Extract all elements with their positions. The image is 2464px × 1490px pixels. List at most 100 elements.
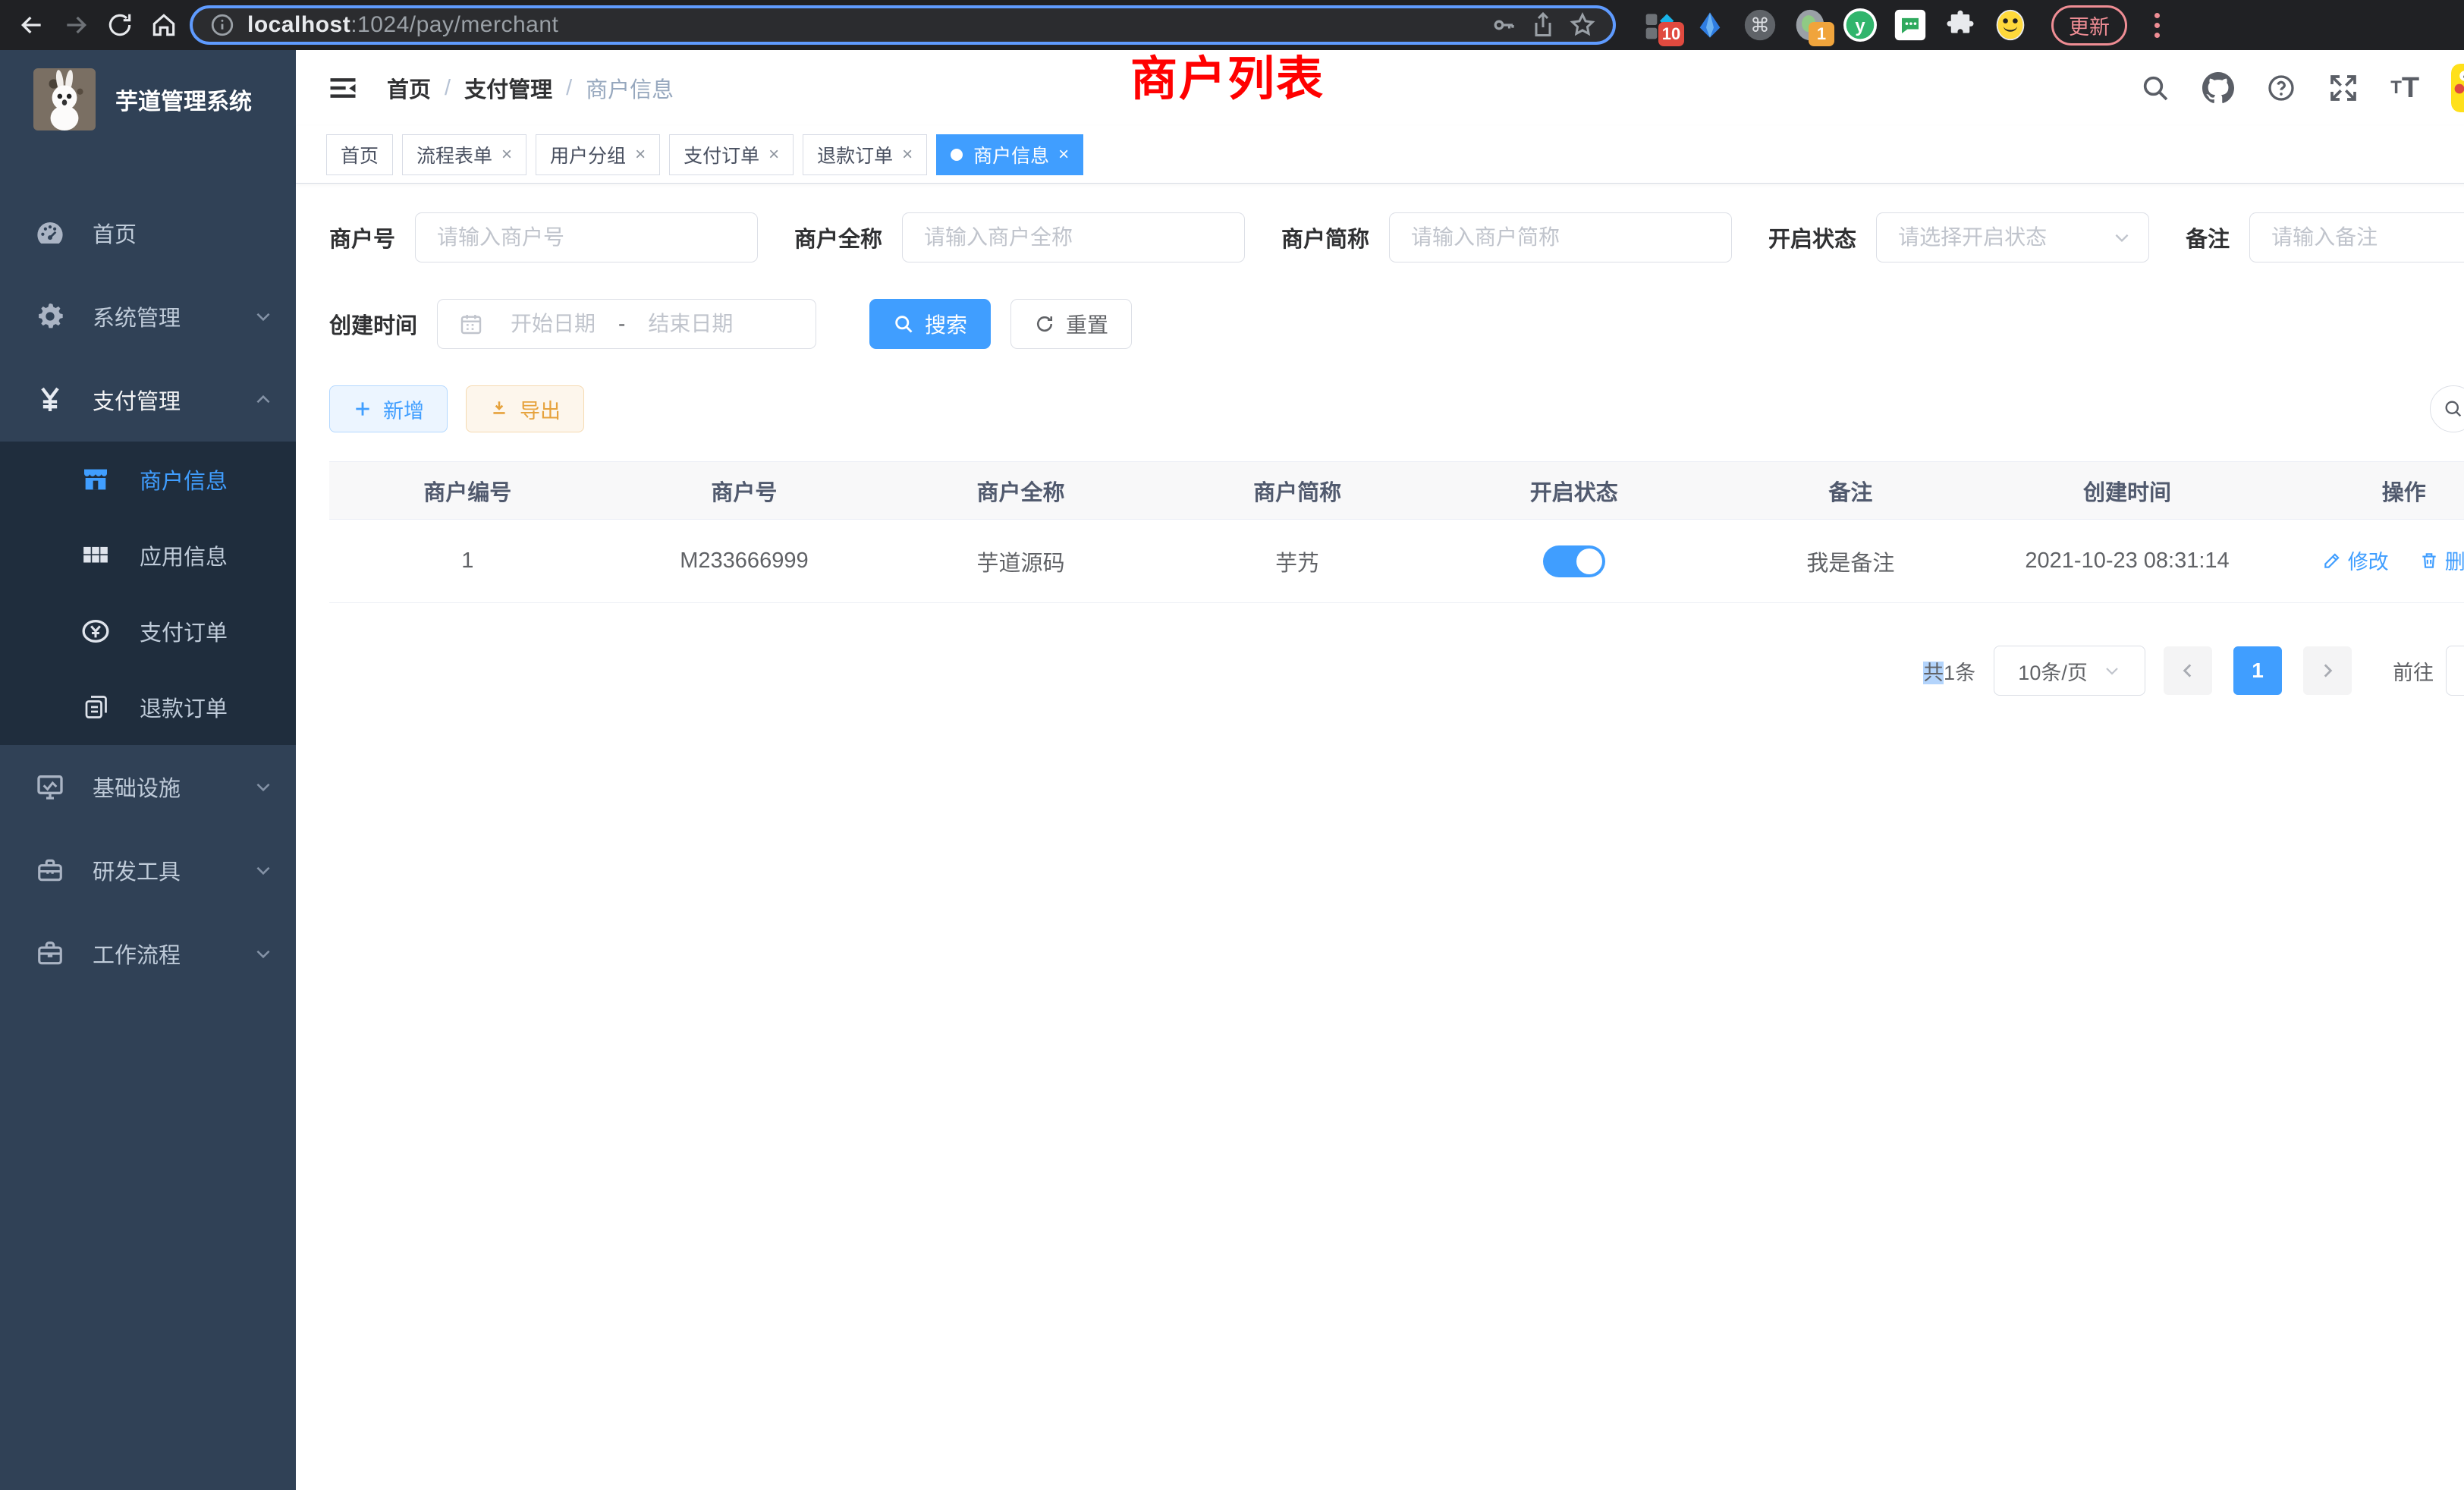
fullscreen-icon[interactable] — [2328, 73, 2359, 103]
tab-label: 退款订单 — [817, 141, 893, 168]
tab-refund-order[interactable]: 退款订单 × — [803, 134, 927, 175]
kebab-menu-icon[interactable] — [2154, 13, 2160, 38]
page-size-select[interactable]: 10条/页 — [1994, 646, 2145, 696]
filter-label: 开启状态 — [1768, 222, 1856, 253]
status-select[interactable] — [1877, 225, 2148, 250]
ext-camera-icon[interactable]: 1 — [1793, 8, 1827, 42]
table-row[interactable]: 1 M233666999 芋道源码 芋艿 我是备注 2021-10-23 08:… — [329, 520, 2464, 603]
forward-icon[interactable] — [58, 7, 94, 43]
date-range-picker[interactable]: - — [437, 299, 816, 349]
chevron-down-icon — [253, 944, 273, 963]
add-button[interactable]: 新增 — [329, 385, 448, 432]
column-header: 备注 — [1712, 462, 1989, 520]
shop-icon — [79, 464, 112, 495]
toolbox-icon — [33, 856, 67, 885]
help-icon[interactable] — [2266, 73, 2296, 103]
documents-icon — [79, 693, 112, 721]
search-button[interactable]: 搜索 — [869, 299, 991, 349]
close-icon[interactable]: × — [501, 146, 512, 164]
sidebar-item-pay-order[interactable]: 支付订单 — [0, 593, 296, 669]
github-icon[interactable] — [2202, 72, 2234, 104]
navbar-tools: TT — [2140, 64, 2464, 112]
jump-page-input[interactable] — [2446, 646, 2464, 696]
ext-command-icon[interactable]: ⌘ — [1743, 8, 1777, 42]
back-icon[interactable] — [14, 7, 50, 43]
star-icon[interactable] — [1569, 11, 1596, 39]
merchant-shortname-input[interactable] — [1390, 225, 1731, 250]
chrome-update-button[interactable]: 更新 — [2051, 5, 2127, 46]
search-icon[interactable] — [2140, 73, 2170, 103]
breadcrumb-item[interactable]: 首页 — [387, 72, 431, 104]
sidebar-item-system[interactable]: 系统管理 — [0, 275, 296, 358]
ext-emoji-icon[interactable] — [1994, 8, 2027, 42]
tab-home[interactable]: 首页 — [326, 134, 393, 175]
tab-label: 商户信息 — [973, 141, 1049, 168]
logo-row[interactable]: 芋道管理系统 — [0, 50, 296, 149]
font-size-icon[interactable]: TT — [2390, 72, 2419, 105]
sidebar-item-application[interactable]: 应用信息 — [0, 517, 296, 593]
avatar[interactable] — [2451, 64, 2464, 112]
reload-icon[interactable] — [102, 7, 138, 43]
ext-chat-icon[interactable] — [1894, 8, 1927, 42]
close-icon[interactable]: × — [768, 146, 779, 164]
delete-link[interactable]: 删除 — [2419, 545, 2464, 575]
edit-link[interactable]: 修改 — [2322, 545, 2389, 575]
close-icon[interactable]: × — [902, 146, 913, 164]
tab-user-group[interactable]: 用户分组 × — [536, 134, 660, 175]
tab-merchant-active[interactable]: 商户信息 × — [936, 134, 1083, 175]
sidebar-item-label: 支付管理 — [93, 384, 181, 416]
column-header: 商户编号 — [329, 462, 606, 520]
puzzle-icon[interactable] — [1944, 8, 1977, 42]
end-date-input[interactable] — [630, 312, 751, 336]
browser-toolbar: localhost:1024/pay/merchant 10 ⌘ 1 y — [0, 0, 2464, 50]
filter-label: 商户全称 — [794, 222, 882, 253]
page-number-1[interactable]: 1 — [2233, 646, 2282, 695]
chevron-down-icon — [253, 306, 273, 326]
sidebar-item-payment[interactable]: 支付管理 — [0, 358, 296, 442]
tab-pay-order[interactable]: 支付订单 × — [669, 134, 794, 175]
merchant-fullname-input[interactable] — [903, 225, 1244, 250]
key-icon[interactable] — [1490, 11, 1517, 39]
ext-yudao-icon[interactable]: y — [1843, 8, 1877, 42]
sidebar-item-infrastructure[interactable]: 基础设施 — [0, 745, 296, 828]
pagination: 共1条 10条/页 1 前往 页 — [329, 646, 2464, 696]
export-button[interactable]: 导出 — [466, 385, 584, 432]
sidebar-item-refund-order[interactable]: 退款订单 — [0, 669, 296, 745]
prev-page-button[interactable] — [2164, 646, 2212, 695]
page-annotation: 商户列表 — [1130, 56, 1325, 103]
ext-tabs-icon[interactable]: 10 — [1643, 8, 1677, 42]
status-toggle-on[interactable] — [1543, 545, 1605, 577]
chevron-down-icon — [253, 860, 273, 880]
breadcrumb-item[interactable]: 支付管理 — [464, 72, 552, 104]
close-icon[interactable]: × — [635, 146, 646, 164]
tab-process-form[interactable]: 流程表单 × — [402, 134, 526, 175]
dashboard-icon — [33, 217, 67, 249]
column-header: 操作 — [2265, 462, 2464, 520]
toggle-search-button[interactable] — [2430, 385, 2464, 432]
home-icon[interactable] — [146, 7, 182, 43]
info-icon[interactable] — [209, 12, 235, 38]
share-icon[interactable] — [1529, 11, 1557, 39]
svg-text:y: y — [1855, 16, 1865, 36]
sidebar-item-label: 研发工具 — [93, 854, 181, 886]
table-toolbar: 新增 导出 — [329, 385, 2464, 432]
sidebar-item-devtools[interactable]: 研发工具 — [0, 828, 296, 912]
yen-icon — [33, 385, 67, 415]
tab-label: 支付订单 — [684, 141, 759, 168]
address-bar[interactable]: localhost:1024/pay/merchant — [190, 5, 1616, 45]
next-page-button[interactable] — [2303, 646, 2352, 695]
tags-view-bar: 首页 流程表单 × 用户分组 × 支付订单 × 退款订单 × 商户信息 × — [296, 126, 2464, 184]
table-header-row: 商户编号 商户号 商户全称 商户简称 开启状态 备注 创建时间 操作 — [329, 462, 2464, 520]
merchant-no-input[interactable] — [416, 225, 757, 250]
start-date-input[interactable] — [492, 312, 614, 336]
sidebar-item-workflow[interactable]: 工作流程 — [0, 912, 296, 995]
hamburger-icon[interactable] — [326, 71, 360, 105]
sidebar-menu: 首页 系统管理 支付管理 — [0, 191, 296, 995]
page-content: 商户号 商户全称 商户简称 — [296, 184, 2464, 1490]
sidebar-item-merchant[interactable]: 商户信息 — [0, 442, 296, 517]
remark-input[interactable] — [2250, 225, 2464, 250]
close-icon[interactable]: × — [1058, 146, 1069, 164]
sidebar-item-home[interactable]: 首页 — [0, 191, 296, 275]
reset-button[interactable]: 重置 — [1010, 299, 1132, 349]
ext-kite-icon[interactable] — [1693, 8, 1727, 42]
